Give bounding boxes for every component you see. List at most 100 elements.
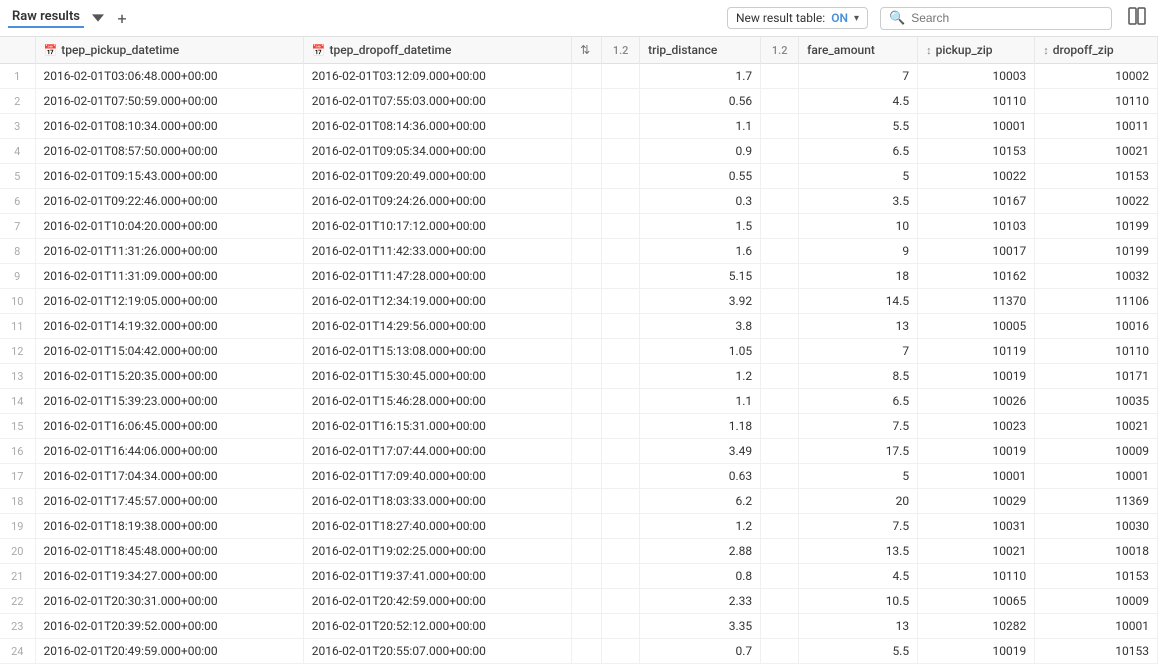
cell-rownum: 4 bbox=[0, 139, 35, 164]
cell-fare-type-empty bbox=[761, 314, 799, 339]
cell-rownum: 18 bbox=[0, 489, 35, 514]
cell-fare-amount: 13 bbox=[799, 614, 918, 639]
cell-dropoff-zip: 10001 bbox=[1035, 614, 1158, 639]
col-header-sort[interactable]: ⇅ bbox=[572, 37, 602, 64]
cell-pickup-zip: 10023 bbox=[918, 414, 1035, 439]
cell-pickup-datetime: 2016-02-01T09:15:43.000+00:00 bbox=[35, 164, 303, 189]
cell-dropoff-zip: 10021 bbox=[1035, 139, 1158, 164]
cell-fare-type-empty bbox=[761, 639, 799, 664]
cell-pickup-datetime: 2016-02-01T14:19:32.000+00:00 bbox=[35, 314, 303, 339]
cell-sort-empty bbox=[572, 389, 602, 414]
cell-trip-distance: 3.92 bbox=[640, 289, 761, 314]
cell-sort-empty bbox=[572, 439, 602, 464]
pickup-zip-sort-icon: ↕ bbox=[926, 44, 932, 57]
cell-trip-type-empty bbox=[602, 364, 640, 389]
cell-rownum: 10 bbox=[0, 289, 35, 314]
cell-dropoff-zip: 10009 bbox=[1035, 439, 1158, 464]
table-row: 10 2016-02-01T12:19:05.000+00:00 2016-02… bbox=[0, 289, 1158, 314]
table-row: 4 2016-02-01T08:57:50.000+00:00 2016-02-… bbox=[0, 139, 1158, 164]
table-row: 24 2016-02-01T20:49:59.000+00:00 2016-02… bbox=[0, 639, 1158, 664]
cell-pickup-zip: 10282 bbox=[918, 614, 1035, 639]
cell-trip-distance: 1.6 bbox=[640, 239, 761, 264]
cell-trip-distance: 1.7 bbox=[640, 64, 761, 89]
cell-trip-distance: 1.18 bbox=[640, 414, 761, 439]
cell-trip-distance: 1.2 bbox=[640, 514, 761, 539]
cell-pickup-zip: 11370 bbox=[918, 289, 1035, 314]
cell-dropoff-datetime: 2016-02-01T11:47:28.000+00:00 bbox=[303, 264, 571, 289]
cell-pickup-datetime: 2016-02-01T17:45:57.000+00:00 bbox=[35, 489, 303, 514]
tab-raw-results[interactable]: Raw results bbox=[8, 9, 84, 28]
cell-pickup-datetime: 2016-02-01T19:34:27.000+00:00 bbox=[35, 564, 303, 589]
col-label-fare-amount: fare_amount bbox=[807, 43, 875, 57]
cell-trip-type-empty bbox=[602, 564, 640, 589]
col-label-pickup-zip: pickup_zip bbox=[936, 43, 993, 57]
add-tab-button[interactable]: + bbox=[112, 8, 132, 28]
new-result-toggle[interactable]: New result table: ON ▾ bbox=[727, 7, 868, 29]
cell-pickup-datetime: 2016-02-01T09:22:46.000+00:00 bbox=[35, 189, 303, 214]
table-row: 17 2016-02-01T17:04:34.000+00:00 2016-02… bbox=[0, 464, 1158, 489]
cell-fare-amount: 6.5 bbox=[799, 389, 918, 414]
cell-trip-distance: 0.3 bbox=[640, 189, 761, 214]
cell-rownum: 20 bbox=[0, 539, 35, 564]
cell-dropoff-zip: 10002 bbox=[1035, 64, 1158, 89]
cell-sort-empty bbox=[572, 64, 602, 89]
cell-fare-type-empty bbox=[761, 389, 799, 414]
cell-pickup-zip: 10162 bbox=[918, 264, 1035, 289]
table-row: 16 2016-02-01T16:44:06.000+00:00 2016-02… bbox=[0, 439, 1158, 464]
tab-dropdown[interactable] bbox=[92, 12, 104, 24]
cell-fare-type-empty bbox=[761, 139, 799, 164]
cell-fare-amount: 5.5 bbox=[799, 114, 918, 139]
cell-pickup-datetime: 2016-02-01T03:06:48.000+00:00 bbox=[35, 64, 303, 89]
cell-pickup-datetime: 2016-02-01T11:31:26.000+00:00 bbox=[35, 239, 303, 264]
table-row: 2 2016-02-01T07:50:59.000+00:00 2016-02-… bbox=[0, 89, 1158, 114]
cell-pickup-zip: 10110 bbox=[918, 564, 1035, 589]
trip-distance-type-label: 1.2 bbox=[613, 44, 629, 57]
cell-rownum: 3 bbox=[0, 114, 35, 139]
cell-sort-empty bbox=[572, 414, 602, 439]
cell-trip-type-empty bbox=[602, 614, 640, 639]
cell-fare-type-empty bbox=[761, 539, 799, 564]
cell-dropoff-zip: 10022 bbox=[1035, 189, 1158, 214]
top-bar-left: Raw results + bbox=[8, 8, 132, 28]
cell-dropoff-zip: 10171 bbox=[1035, 364, 1158, 389]
search-box[interactable]: 🔍 bbox=[880, 7, 1112, 30]
col-header-fare-amount[interactable]: fare_amount bbox=[799, 37, 918, 64]
cell-fare-type-empty bbox=[761, 89, 799, 114]
sort-arrows-icon: ⇅ bbox=[580, 43, 590, 57]
table-header: 📅 tpep_pickup_datetime 📅 tpep_dropoff_da… bbox=[0, 37, 1158, 64]
fare-amount-type-label: 1.2 bbox=[772, 44, 788, 57]
chevron-down-icon bbox=[92, 12, 104, 24]
cell-fare-type-empty bbox=[761, 514, 799, 539]
col-header-pickup-datetime[interactable]: 📅 tpep_pickup_datetime bbox=[35, 37, 303, 64]
cell-dropoff-datetime: 2016-02-01T19:37:41.000+00:00 bbox=[303, 564, 571, 589]
col-label-dropoff-zip: dropoff_zip bbox=[1053, 43, 1114, 57]
cell-trip-distance: 1.1 bbox=[640, 114, 761, 139]
col-header-dropoff-zip[interactable]: ↕ dropoff_zip bbox=[1035, 37, 1158, 64]
cell-trip-distance: 1.05 bbox=[640, 339, 761, 364]
cell-fare-type-empty bbox=[761, 339, 799, 364]
cell-dropoff-datetime: 2016-02-01T11:42:33.000+00:00 bbox=[303, 239, 571, 264]
cell-dropoff-datetime: 2016-02-01T09:20:49.000+00:00 bbox=[303, 164, 571, 189]
table-row: 5 2016-02-01T09:15:43.000+00:00 2016-02-… bbox=[0, 164, 1158, 189]
search-input[interactable] bbox=[911, 11, 1103, 25]
cell-fare-type-empty bbox=[761, 64, 799, 89]
cell-pickup-datetime: 2016-02-01T07:50:59.000+00:00 bbox=[35, 89, 303, 114]
col-header-pickup-zip[interactable]: ↕ pickup_zip bbox=[918, 37, 1035, 64]
cell-trip-type-empty bbox=[602, 639, 640, 664]
cell-trip-type-empty bbox=[602, 389, 640, 414]
col-header-dropoff-datetime[interactable]: 📅 tpep_dropoff_datetime bbox=[303, 37, 571, 64]
layout-icon[interactable] bbox=[1124, 5, 1150, 31]
cell-pickup-zip: 10019 bbox=[918, 439, 1035, 464]
cell-pickup-datetime: 2016-02-01T16:44:06.000+00:00 bbox=[35, 439, 303, 464]
cell-trip-type-empty bbox=[602, 289, 640, 314]
cell-dropoff-zip: 10035 bbox=[1035, 389, 1158, 414]
cell-fare-amount: 7.5 bbox=[799, 414, 918, 439]
cell-fare-type-empty bbox=[761, 364, 799, 389]
cell-dropoff-zip: 10001 bbox=[1035, 464, 1158, 489]
cell-pickup-zip: 10017 bbox=[918, 239, 1035, 264]
col-header-trip-distance[interactable]: trip_distance bbox=[640, 37, 761, 64]
cell-fare-amount: 5 bbox=[799, 464, 918, 489]
cell-trip-type-empty bbox=[602, 189, 640, 214]
cell-rownum: 14 bbox=[0, 389, 35, 414]
col-label-trip-distance: trip_distance bbox=[648, 43, 717, 57]
